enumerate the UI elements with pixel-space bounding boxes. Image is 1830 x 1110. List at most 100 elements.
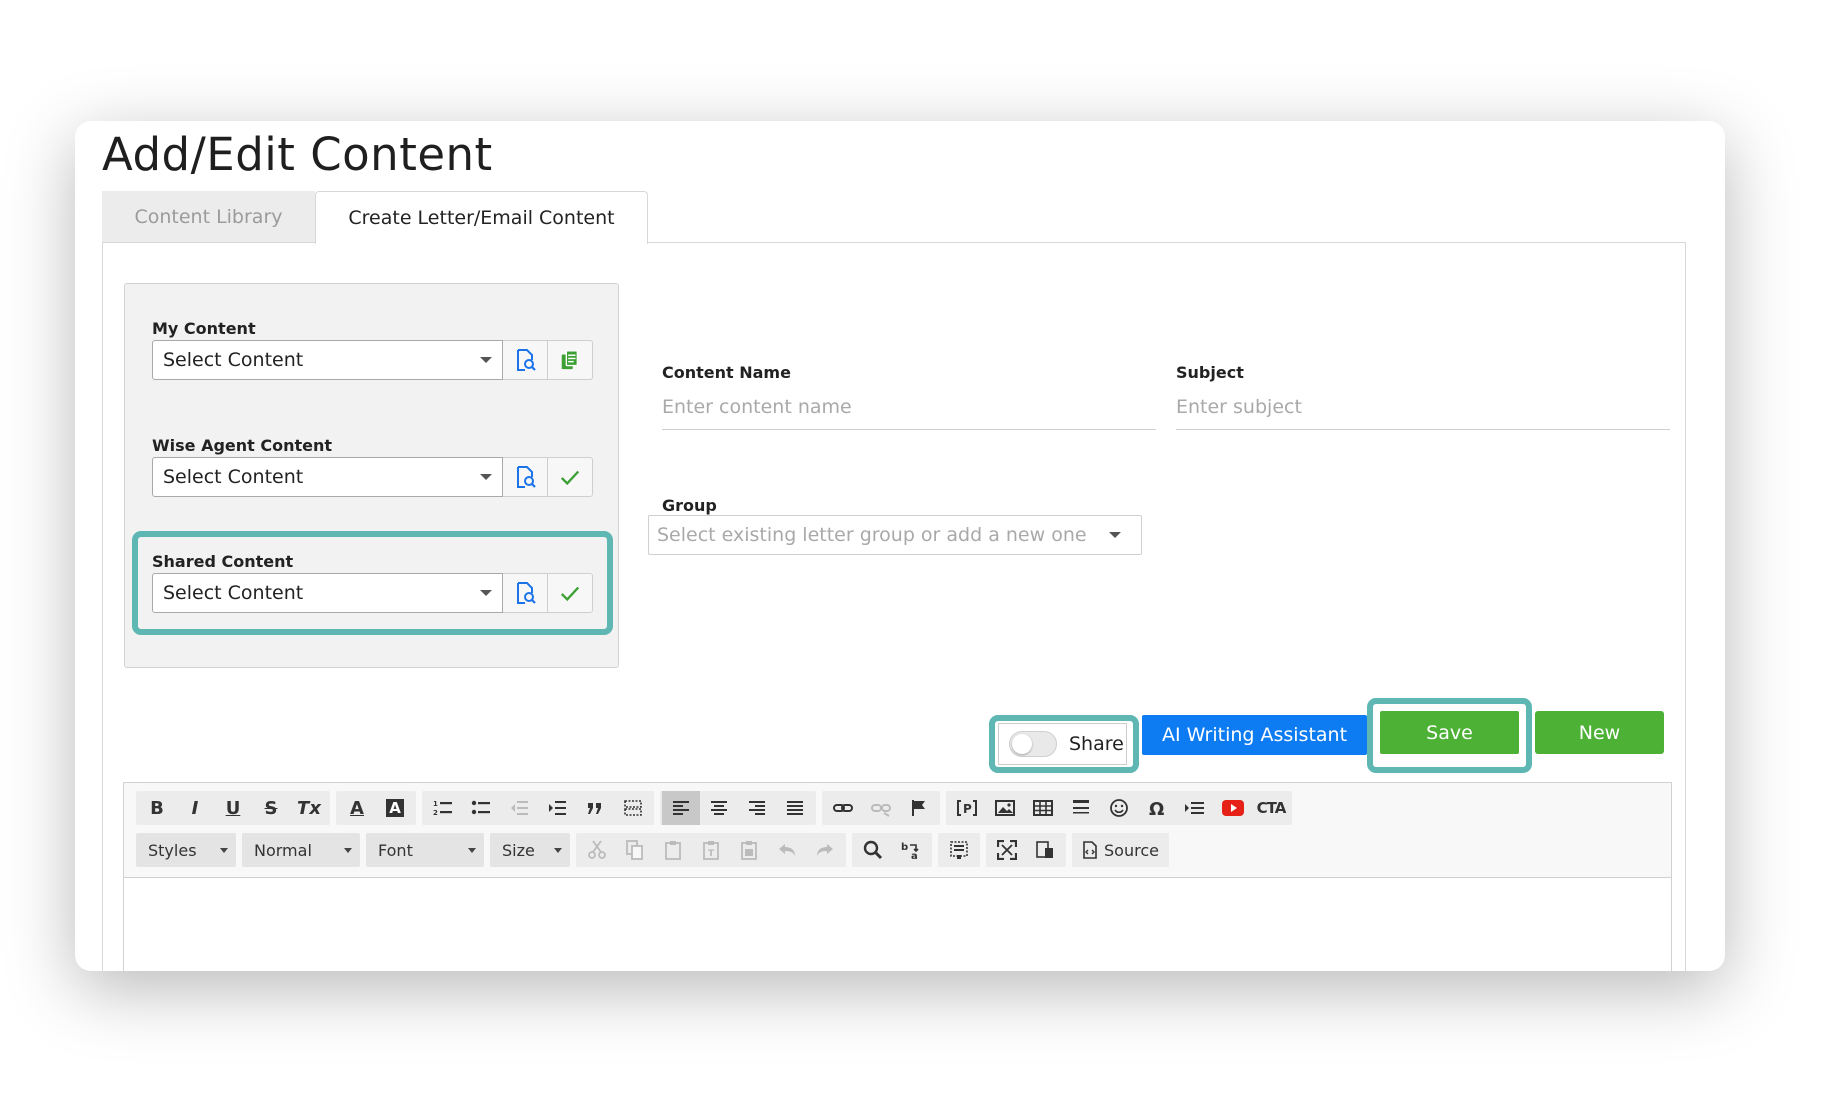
background-color-button[interactable]: A (376, 791, 414, 825)
font-dropdown[interactable]: Font (366, 833, 484, 867)
scissors-glyph (588, 840, 606, 859)
new-button[interactable]: New (1535, 711, 1664, 754)
paste-glyph (665, 841, 681, 860)
save-button[interactable]: Save (1380, 711, 1519, 754)
copy-icon (561, 350, 579, 370)
image-icon[interactable] (986, 791, 1024, 825)
align-center-icon[interactable] (700, 791, 738, 825)
format-dropdown-label: Normal (254, 840, 312, 860)
cta-button[interactable]: CTA (1252, 791, 1290, 825)
editor-toolbar-row-2: Styles Normal Font Size T b a Source (136, 833, 1169, 867)
styles-dropdown[interactable]: Styles (136, 833, 236, 867)
toggle-knob (1012, 734, 1032, 754)
placeholder-icon[interactable]: P (948, 791, 986, 825)
svg-text:1: 1 (433, 800, 438, 808)
select-wise-agent-content-button[interactable] (548, 457, 593, 497)
bulleted-list-icon[interactable] (462, 791, 500, 825)
smiley-icon[interactable] (1100, 791, 1138, 825)
editor-toolbar-row-1: B I U S Tx A A 12 P Ω CTA (136, 791, 1292, 825)
subject-input[interactable] (1176, 384, 1670, 430)
align-right-icon[interactable] (738, 791, 776, 825)
youtube-icon[interactable] (1214, 791, 1252, 825)
omega-glyph: Ω (1149, 799, 1164, 818)
unlink-icon[interactable] (862, 791, 900, 825)
replace-glyph: ba (901, 842, 919, 860)
share-toggle-container: Share (998, 723, 1127, 765)
wise-agent-content-picker: Select Content (152, 457, 594, 497)
my-content-select[interactable]: Select Content (152, 340, 503, 380)
wise-agent-content-select[interactable]: Select Content (152, 457, 503, 497)
blockquote-icon[interactable] (576, 791, 614, 825)
paste-icon[interactable] (654, 833, 692, 867)
chevron-down-icon (480, 357, 492, 363)
bold-button[interactable]: B (138, 791, 176, 825)
group-label: Group (662, 496, 717, 515)
underline-button[interactable]: U (214, 791, 252, 825)
my-content-picker: Select Content (152, 340, 594, 380)
svg-text:2: 2 (433, 809, 438, 817)
paste-word-icon[interactable] (730, 833, 768, 867)
numbered-list-icon[interactable]: 12 (424, 791, 462, 825)
preview-wise-agent-content-button[interactable] (503, 457, 548, 497)
copy-icon[interactable] (616, 833, 654, 867)
tab-content-library[interactable]: Content Library (102, 191, 315, 243)
tab-create-letter-email-content[interactable]: Create Letter/Email Content (315, 191, 648, 244)
share-toggle[interactable] (1009, 731, 1057, 757)
outdent-glyph (511, 801, 528, 815)
clipboard-group: T (576, 833, 846, 867)
maximize-icon[interactable] (988, 833, 1026, 867)
add-edit-content-card: Add/Edit Content Content Library Create … (75, 121, 1725, 971)
group-select[interactable]: Select existing letter group or add a ne… (648, 515, 1142, 555)
text-color-button[interactable]: A (338, 791, 376, 825)
page-title: Add/Edit Content (102, 128, 493, 181)
div-glyph (624, 800, 642, 816)
remove-format-button[interactable]: Tx (290, 791, 328, 825)
list-indent-group: 12 (422, 791, 654, 825)
copy-my-content-button[interactable] (548, 340, 593, 380)
select-all-icon[interactable] (940, 833, 978, 867)
preview-my-content-button[interactable] (503, 340, 548, 380)
paste-text-icon[interactable]: T (692, 833, 730, 867)
justify-glyph (787, 801, 803, 815)
content-source-panel: My Content Select Content Wise Agent Con… (124, 283, 619, 668)
undo-glyph (779, 844, 795, 856)
content-name-input[interactable] (662, 384, 1156, 430)
group-select-placeholder: Select existing letter group or add a ne… (657, 524, 1087, 546)
indent-icon[interactable] (538, 791, 576, 825)
anchor-flag-icon[interactable] (900, 791, 938, 825)
editor-body[interactable] (124, 879, 1671, 971)
maximize-glyph (997, 840, 1017, 860)
replace-icon[interactable]: ba (892, 833, 930, 867)
special-character-icon[interactable]: Ω (1138, 791, 1176, 825)
format-dropdown[interactable]: Normal (242, 833, 360, 867)
table-icon[interactable] (1024, 791, 1062, 825)
outdent-icon[interactable] (500, 791, 538, 825)
chevron-down-icon (554, 847, 562, 853)
link-icon[interactable] (824, 791, 862, 825)
preview-icon[interactable] (1026, 833, 1064, 867)
undo-icon[interactable] (768, 833, 806, 867)
copy-glyph (626, 840, 643, 860)
create-div-icon[interactable] (614, 791, 652, 825)
chevron-down-icon (1109, 532, 1121, 538)
horizontal-line-icon[interactable] (1062, 791, 1100, 825)
source-button[interactable]: Source (1072, 833, 1169, 867)
redo-icon[interactable] (806, 833, 844, 867)
page-break-glyph (1185, 802, 1204, 814)
justify-icon[interactable] (776, 791, 814, 825)
ai-writing-assistant-button[interactable]: AI Writing Assistant (1142, 715, 1367, 755)
my-content-label: My Content (152, 319, 256, 338)
italic-button[interactable]: I (176, 791, 214, 825)
cut-icon[interactable] (578, 833, 616, 867)
select-all-group (938, 833, 980, 867)
find-icon[interactable] (854, 833, 892, 867)
paste-word-glyph (741, 841, 757, 860)
size-dropdown[interactable]: Size (490, 833, 570, 867)
quote-glyph (588, 803, 601, 814)
strikethrough-button[interactable]: S (252, 791, 290, 825)
source-document-icon (1083, 841, 1097, 859)
align-left-icon[interactable] (662, 791, 700, 825)
page-break-icon[interactable] (1176, 791, 1214, 825)
background-color-glyph: A (386, 799, 404, 817)
link-glyph (833, 804, 853, 812)
